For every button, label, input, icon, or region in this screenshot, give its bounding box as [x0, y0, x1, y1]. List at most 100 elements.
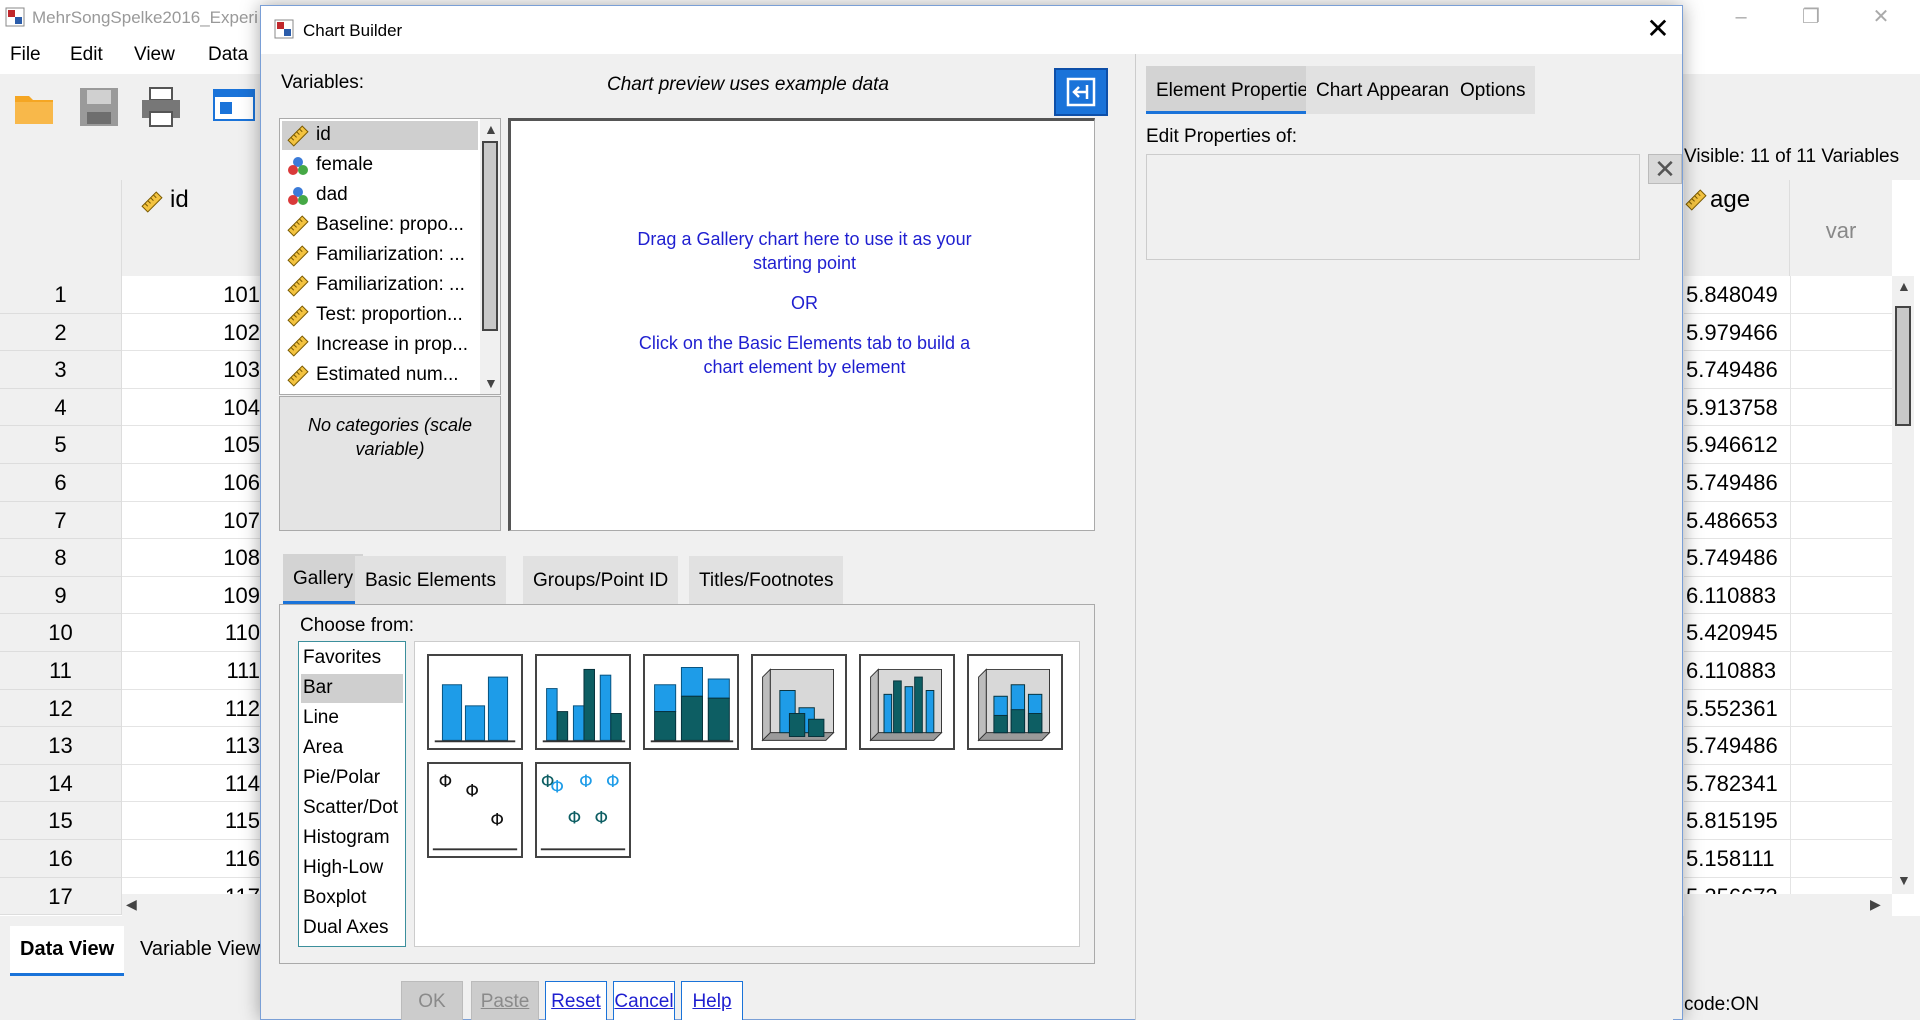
column-header-id[interactable]: id [122, 180, 262, 276]
age-cell[interactable]: 5.913758 [1684, 389, 1790, 427]
var-cell[interactable] [1790, 501, 1892, 540]
id-cell[interactable]: 113 [122, 727, 262, 765]
var-cell[interactable] [1790, 426, 1892, 464]
row-number[interactable]: 4 [0, 388, 122, 427]
help-button[interactable]: Help [681, 981, 743, 1020]
scroll-thumb[interactable] [1895, 306, 1911, 426]
id-cell[interactable]: 101 [122, 276, 262, 314]
restore-icon[interactable]: ❐ [1782, 2, 1840, 32]
tab-basic-elements[interactable]: Basic Elements [355, 556, 506, 606]
scroll-right-icon[interactable]: ▶ [1870, 896, 1881, 913]
row-number[interactable]: 15 [0, 802, 122, 840]
var-cell[interactable] [1790, 764, 1892, 803]
age-cell[interactable]: 6.110883 [1684, 652, 1790, 690]
variable-item[interactable]: Increase in prop... [282, 331, 478, 360]
tab-options[interactable]: Options [1450, 66, 1536, 114]
var-cell[interactable] [1790, 313, 1892, 352]
variable-item[interactable]: female [282, 151, 478, 180]
minimize-icon[interactable]: – [1712, 2, 1770, 32]
id-cell[interactable]: 112 [122, 690, 262, 728]
id-cell[interactable]: 109 [122, 577, 262, 615]
row-number[interactable]: 16 [0, 840, 122, 878]
grid-vertical-scrollbar[interactable]: ▲ ▼ [1892, 276, 1914, 894]
id-cell[interactable]: 104 [122, 389, 262, 427]
tab-element-properties[interactable]: Element Properties [1146, 66, 1328, 114]
row-number[interactable]: 2 [0, 313, 122, 352]
scroll-down-icon[interactable]: ▼ [1897, 872, 1911, 888]
cancel-button[interactable]: Cancel [613, 981, 675, 1020]
variables-scrollbar[interactable]: ▲ ▼ [480, 119, 500, 394]
id-cell[interactable]: 106 [122, 464, 262, 502]
scroll-down-icon[interactable]: ▼ [484, 375, 498, 391]
variable-item[interactable]: Baseline: propo... [282, 211, 478, 240]
simple-error-bar-thumb[interactable]: Φ Φ Φ [427, 762, 523, 858]
menu-data[interactable]: Data [208, 44, 248, 66]
chart-type-item[interactable]: Pie/Polar [301, 764, 403, 793]
print-icon[interactable] [138, 84, 184, 130]
id-cell[interactable]: 115 [122, 802, 262, 840]
var-cell[interactable] [1790, 464, 1892, 502]
age-cell[interactable]: 5.979466 [1684, 314, 1790, 352]
row-number[interactable]: 9 [0, 576, 122, 615]
chart-type-item[interactable]: Boxplot [301, 884, 403, 913]
clustered-bar-chart-thumb[interactable] [535, 654, 631, 750]
row-number[interactable]: 17 [0, 877, 122, 916]
age-cell[interactable]: 5.158111 [1684, 840, 1790, 878]
close-window-icon[interactable]: ✕ [1852, 2, 1910, 32]
age-cell[interactable]: 5.486653 [1684, 502, 1790, 540]
var-cell[interactable] [1790, 727, 1892, 765]
menu-edit[interactable]: Edit [70, 44, 103, 66]
variable-item[interactable]: dad [282, 181, 478, 210]
scroll-up-icon[interactable]: ▲ [484, 121, 498, 137]
age-cell[interactable]: 5.749486 [1684, 539, 1790, 577]
variable-item[interactable]: Test: proportion... [282, 301, 478, 330]
id-cell[interactable]: 103 [122, 351, 262, 389]
id-cell[interactable]: 114 [122, 765, 262, 803]
var-cell[interactable] [1790, 802, 1892, 840]
paste-button[interactable]: Paste [471, 981, 539, 1020]
id-cell[interactable]: 105 [122, 426, 262, 464]
age-cell[interactable]: 5.749486 [1684, 464, 1790, 502]
row-number[interactable]: 10 [0, 614, 122, 652]
menu-view[interactable]: View [134, 44, 175, 66]
close-icon[interactable]: ✕ [1640, 12, 1676, 48]
3d-stacked-bar-chart-thumb[interactable] [967, 654, 1063, 750]
id-cell[interactable]: 108 [122, 539, 262, 577]
age-cell[interactable]: 5.848049 [1684, 276, 1790, 314]
variable-item[interactable]: Estimated num... [282, 361, 478, 390]
age-cell[interactable]: 5.749486 [1684, 351, 1790, 389]
row-number[interactable]: 11 [0, 652, 122, 690]
chart-type-item[interactable]: Bar [301, 674, 403, 703]
id-cell[interactable]: 102 [122, 314, 262, 352]
row-number[interactable]: 1 [0, 276, 122, 314]
tab-gallery[interactable]: Gallery [283, 554, 364, 604]
chart-type-item[interactable]: Dual Axes [301, 914, 403, 943]
column-header-var[interactable]: var [1790, 180, 1892, 276]
grid-horizontal-scrollbar-left[interactable]: ◀ [122, 894, 262, 916]
variable-item[interactable]: Familiarization: ... [282, 241, 478, 270]
chart-type-item[interactable]: Histogram [301, 824, 403, 853]
age-cell[interactable]: 5.946612 [1684, 426, 1790, 464]
var-cell[interactable] [1790, 614, 1892, 652]
var-cell[interactable] [1790, 539, 1892, 577]
row-number[interactable]: 12 [0, 689, 122, 728]
3d-clustered-bar-chart-thumb[interactable] [859, 654, 955, 750]
3d-bar-chart-thumb[interactable] [751, 654, 847, 750]
scroll-up-icon[interactable]: ▲ [1897, 278, 1911, 294]
save-icon[interactable] [76, 84, 122, 130]
delete-element-button[interactable]: ✕ [1648, 154, 1682, 184]
edit-properties-list[interactable] [1146, 154, 1640, 260]
age-cell[interactable]: 5.782341 [1684, 765, 1790, 803]
id-cell[interactable]: 110 [122, 614, 262, 652]
scroll-thumb[interactable] [482, 141, 498, 331]
tab-groups-point-id[interactable]: Groups/Point ID [523, 556, 679, 606]
var-cell[interactable] [1790, 388, 1892, 427]
simple-bar-chart-thumb[interactable] [427, 654, 523, 750]
variables-list[interactable]: id female dad Baseline: propo... Familiariza… [279, 118, 501, 395]
stacked-bar-chart-thumb[interactable] [643, 654, 739, 750]
row-number[interactable]: 14 [0, 764, 122, 803]
column-header-age[interactable]: age [1684, 180, 1790, 276]
dialog-recall-icon[interactable] [210, 84, 256, 130]
clustered-error-bar-thumb[interactable]: Φ Φ Φ Φ Φ Φ [535, 762, 631, 858]
preview-toggle-button[interactable] [1054, 68, 1108, 116]
